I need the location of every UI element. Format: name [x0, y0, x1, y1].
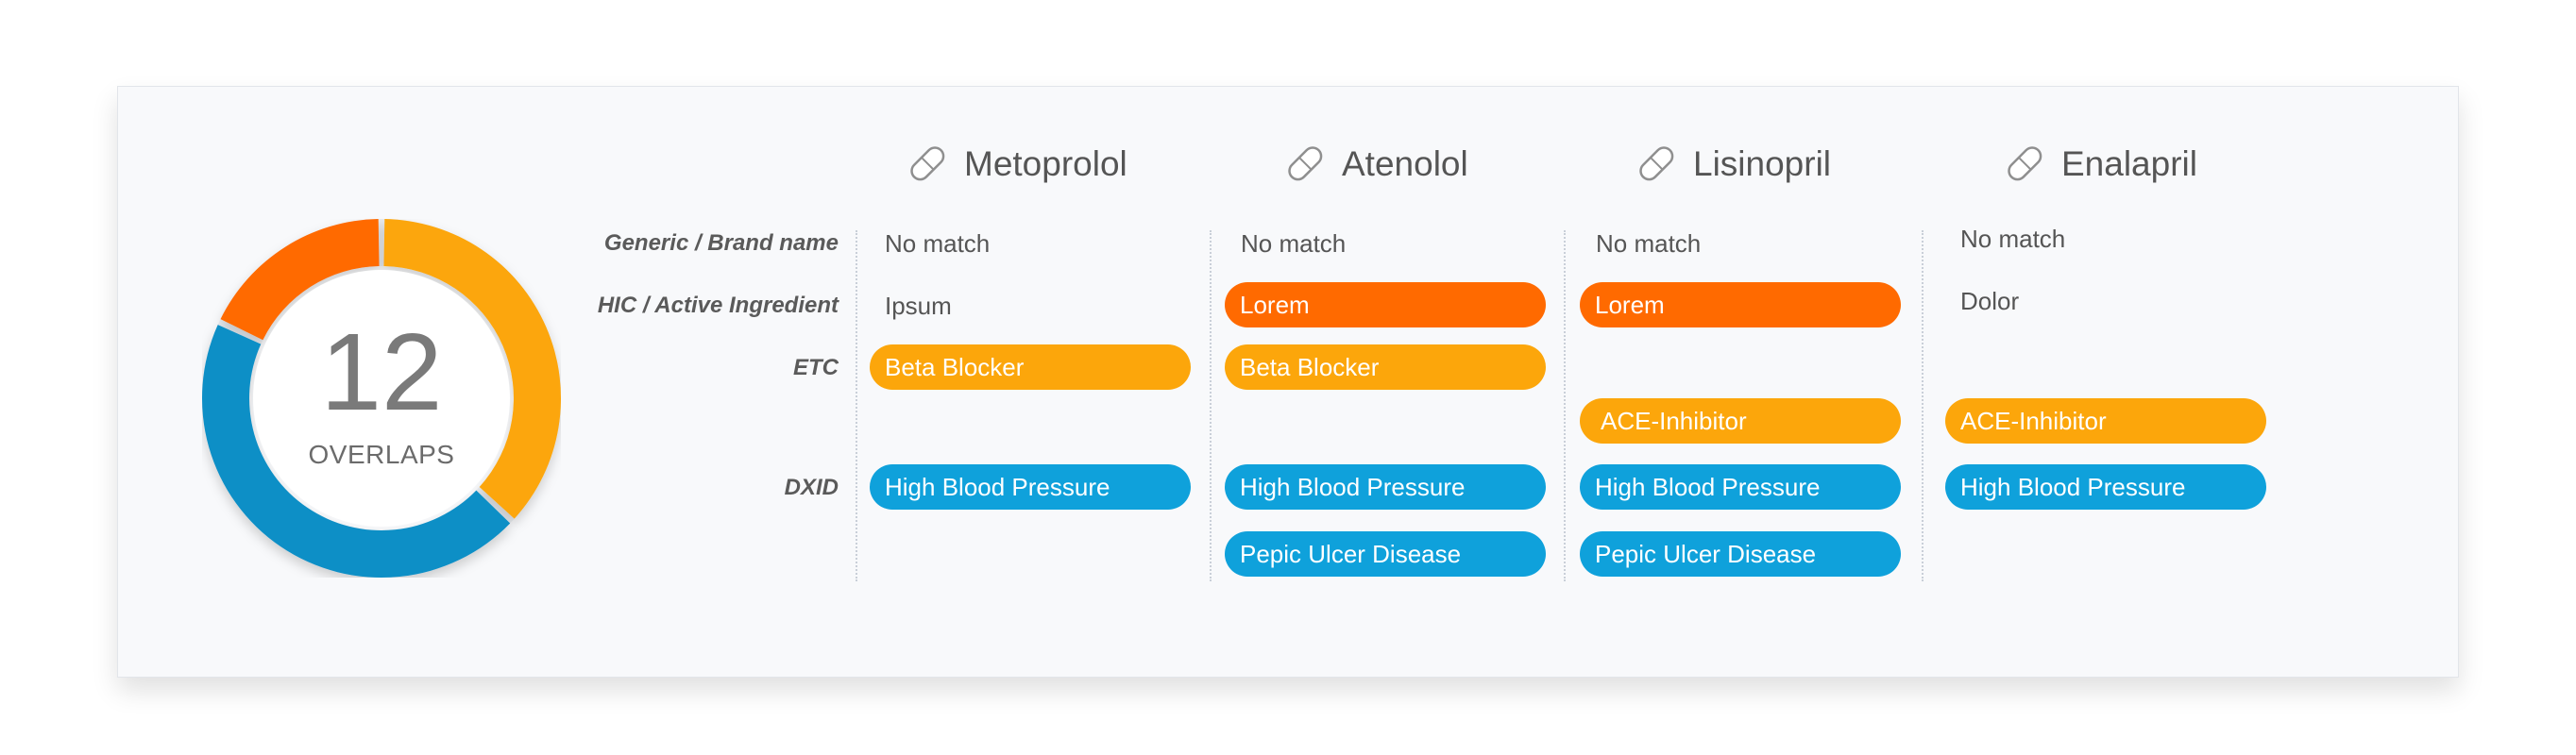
row-label-hic-active-ingredient: HIC / Active Ingredient	[597, 293, 839, 318]
dxid-pill[interactable]: Pepic Ulcer Disease	[1580, 531, 1901, 577]
etc-pill[interactable]: Beta Blocker	[870, 344, 1191, 390]
hic-pill[interactable]: Lorem	[1580, 282, 1901, 327]
hic-pill[interactable]: Lorem	[1225, 282, 1546, 327]
pill-icon	[1288, 146, 1323, 181]
pill-icon	[2008, 146, 2042, 181]
column-divider	[1922, 230, 1924, 581]
generic-brand-value: No match	[1960, 225, 2066, 253]
hic-value: Ipsum	[885, 292, 952, 320]
dxid-pill[interactable]: Pepic Ulcer Disease	[1225, 531, 1546, 577]
column-divider	[1210, 230, 1212, 581]
etc-pill[interactable]: ACE-Inhibitor	[1580, 398, 1901, 444]
column-divider	[1564, 230, 1566, 581]
row-label-etc: ETC	[793, 355, 839, 380]
hic-value: Dolor	[1960, 287, 2020, 315]
drug-header-metoprolol[interactable]: Metoprolol	[902, 136, 1127, 193]
drug-name: Atenolol	[1342, 144, 1468, 183]
dxid-pill[interactable]: High Blood Pressure	[1945, 464, 2266, 510]
drug-name: Lisinopril	[1693, 144, 1832, 183]
dxid-pill[interactable]: High Blood Pressure	[870, 464, 1191, 510]
dxid-pill[interactable]: High Blood Pressure	[1580, 464, 1901, 510]
drug-header-lisinopril[interactable]: Lisinopril	[1631, 136, 1831, 193]
generic-brand-value: No match	[885, 229, 991, 258]
etc-pill[interactable]: Beta Blocker	[1225, 344, 1546, 390]
overlap-count: 12	[320, 310, 443, 433]
row-label-generic-brand: Generic / Brand name	[603, 230, 839, 256]
pill-icon	[1639, 146, 1674, 181]
row-label-dxid: DXID	[784, 475, 839, 500]
etc-pill[interactable]: ACE-Inhibitor	[1945, 398, 2266, 444]
drug-name: Enalapril	[2061, 144, 2197, 183]
generic-brand-value: No match	[1241, 229, 1347, 258]
pill-icon	[910, 146, 945, 181]
column-divider	[856, 230, 857, 581]
drug-name: Metoprolol	[964, 144, 1127, 183]
overlap-count-label: OVERLAPS	[308, 440, 455, 469]
drug-header-atenolol[interactable]: Atenolol	[1280, 136, 1468, 193]
generic-brand-value: No match	[1596, 229, 1702, 258]
dxid-pill[interactable]: High Blood Pressure	[1225, 464, 1546, 510]
drug-header-enalapril[interactable]: Enalapril	[1999, 136, 2197, 193]
